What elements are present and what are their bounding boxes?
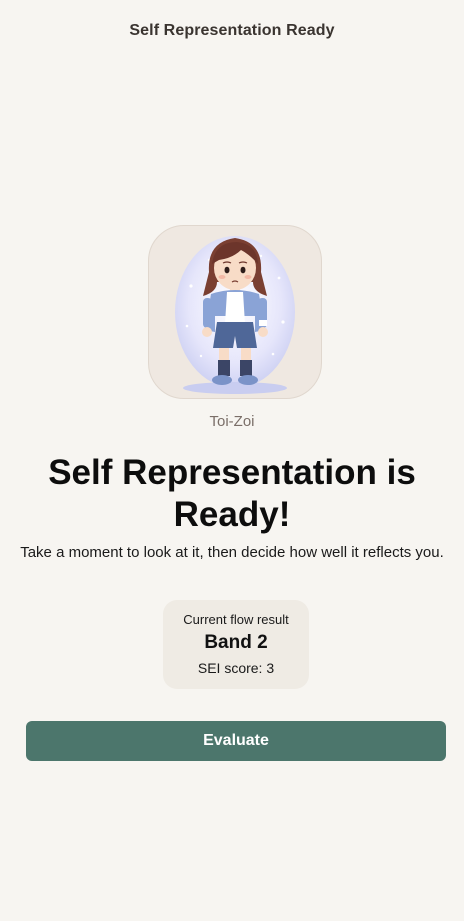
avatar-illustration (175, 236, 295, 394)
page-header-title: Self Representation Ready (129, 22, 335, 39)
page-title: Self Representation is Ready! (48, 453, 416, 534)
flow-result-label: Current flow result (183, 612, 289, 627)
evaluate-button[interactable]: Evaluate (26, 721, 446, 761)
page-subtitle: Take a moment to look at it, then decide… (20, 544, 444, 561)
avatar-card (148, 225, 322, 399)
sei-score: SEI score: 3 (197, 660, 275, 676)
flow-result-band: Band 2 (204, 632, 268, 653)
avatar-name: Toi-Zoi (209, 413, 255, 430)
flow-result-card: Current flow result Band 2 SEI score: 3 (163, 600, 309, 689)
